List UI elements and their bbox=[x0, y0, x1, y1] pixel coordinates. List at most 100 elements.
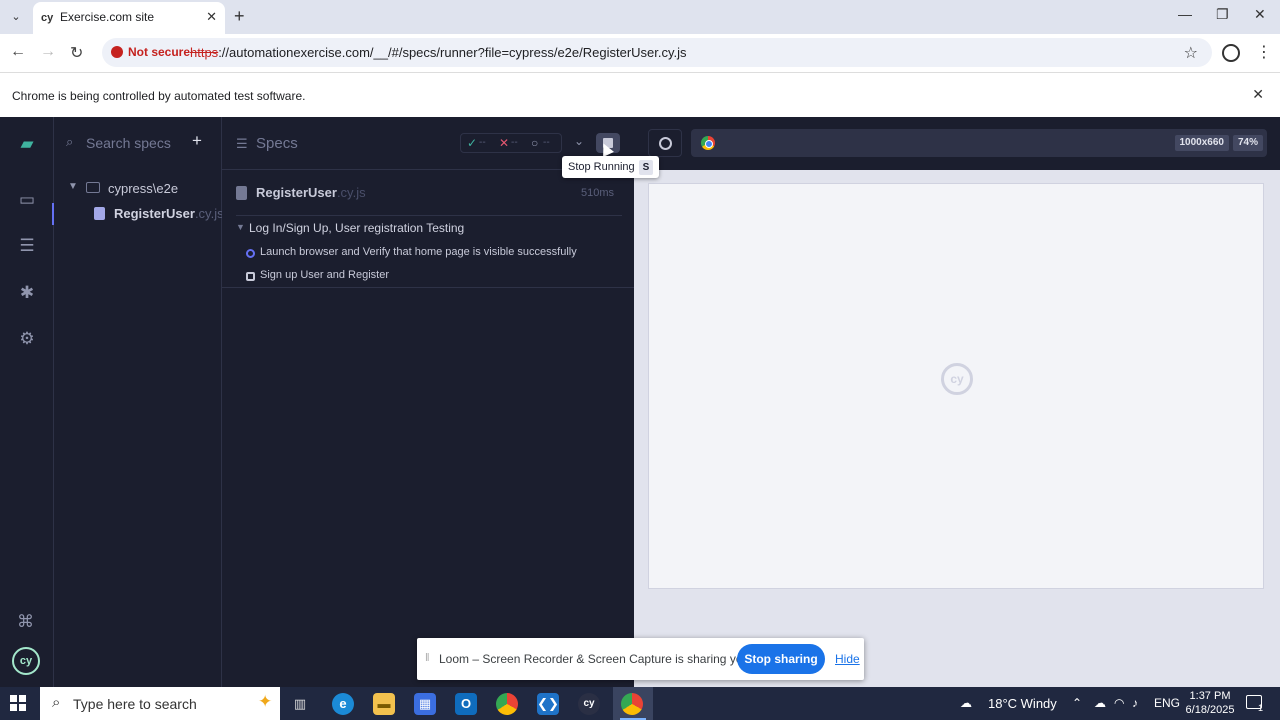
new-spec-plus-icon[interactable]: + bbox=[192, 131, 202, 151]
infobar-message: Chrome is being controlled by automated … bbox=[12, 89, 306, 103]
collapse-chevron-icon[interactable]: ⌄ bbox=[574, 134, 584, 148]
test-row[interactable]: Launch browser and Verify that home page… bbox=[246, 245, 626, 265]
clock-date: 6/18/2025 bbox=[1185, 704, 1235, 716]
drag-handle-icon[interactable]: ‖ bbox=[425, 652, 430, 664]
crosshair-icon bbox=[659, 137, 672, 150]
volume-icon[interactable]: ♪ bbox=[1132, 696, 1138, 710]
passed-check-icon: ✓ bbox=[467, 136, 478, 150]
bookmark-star-icon[interactable]: ☆ bbox=[1184, 43, 1198, 63]
clock-time: 1:37 PM bbox=[1189, 690, 1231, 702]
specs-nav-icon[interactable]: ▭ bbox=[16, 189, 38, 211]
copilot-sparkle-icon[interactable]: ✦ bbox=[258, 692, 272, 712]
file-explorer-icon[interactable]: ▬ bbox=[373, 693, 395, 715]
url-text[interactable]: https://automationexercise.com/__/#/spec… bbox=[190, 45, 687, 60]
chrome-menu-icon[interactable]: ⋮ bbox=[1256, 42, 1272, 62]
failed-count: -- bbox=[511, 137, 518, 148]
not-secure-icon bbox=[111, 46, 123, 58]
tab-title: Exercise.com site bbox=[60, 10, 155, 24]
test-row[interactable]: Sign up User and Register bbox=[246, 268, 626, 288]
suite-title: Log In/Sign Up, User registration Testin… bbox=[249, 221, 465, 235]
runnable-spec-title[interactable]: RegisterUser.cy.js bbox=[256, 185, 366, 200]
cypress-logo-icon[interactable]: cy bbox=[12, 647, 40, 675]
windows-taskbar: ⌕ Type here to search ✦ ▥ e ▬ ▦ O ❮❯ cy … bbox=[0, 687, 1280, 720]
window-close-icon[interactable]: ✕ bbox=[1254, 6, 1266, 23]
chrome-browser-icon bbox=[701, 136, 715, 150]
screen-sharing-bar: ‖ Loom – Screen Recorder & Screen Captur… bbox=[417, 638, 864, 680]
chrome-active-icon[interactable] bbox=[621, 693, 643, 715]
onedrive-icon[interactable]: ☁ bbox=[1094, 696, 1106, 710]
aut-url-bar[interactable]: 1000x660 74% bbox=[691, 129, 1267, 157]
tab-strip: ⌄ cy Exercise.com site ✕ + — ❐ ✕ bbox=[0, 0, 1280, 34]
tab-close-icon[interactable]: ✕ bbox=[206, 9, 217, 25]
debug-bug-icon[interactable]: ✱ bbox=[16, 282, 38, 304]
cypress-favicon-icon: cy bbox=[41, 12, 54, 24]
spec-item-name: RegisterUser bbox=[114, 206, 195, 221]
reload-icon[interactable]: ↻ bbox=[70, 43, 83, 63]
command-log-reporter: ☰ Specs ✓ -- ✕ -- ○ -- ⌄ RegisterUser.cy… bbox=[222, 117, 634, 687]
chevron-down-icon: ▼ bbox=[236, 222, 245, 232]
minimize-icon[interactable]: — bbox=[1178, 6, 1192, 22]
new-tab-plus-icon[interactable]: + bbox=[234, 6, 245, 27]
system-clock[interactable]: 1:37 PM 6/18/2025 bbox=[1184, 689, 1236, 717]
scale-badge[interactable]: 74% bbox=[1232, 135, 1263, 151]
suite-row[interactable]: ▼ Log In/Sign Up, User registration Test… bbox=[236, 220, 622, 240]
folder-icon bbox=[86, 182, 100, 193]
passed-count: -- bbox=[479, 137, 486, 148]
weather-text[interactable]: 18°C Windy bbox=[988, 696, 1057, 711]
forward-arrow-icon[interactable]: → bbox=[40, 43, 56, 61]
tooltip-text: Stop Running bbox=[568, 161, 635, 173]
profile-avatar-icon[interactable] bbox=[1222, 44, 1240, 62]
settings-gear-icon[interactable]: ⚙ bbox=[16, 328, 38, 350]
taskbar-search-box[interactable]: ⌕ Type here to search ✦ bbox=[40, 687, 280, 720]
specs-toggle-label[interactable]: Specs bbox=[256, 135, 298, 152]
runs-nav-icon[interactable]: ☰ bbox=[16, 235, 38, 257]
search-specs-input[interactable] bbox=[86, 133, 186, 153]
address-bar[interactable]: Not secure https://automationexercise.co… bbox=[102, 38, 1212, 67]
weather-cloud-icon[interactable]: ☁ bbox=[960, 696, 972, 710]
pending-square-icon bbox=[246, 272, 255, 281]
back-arrow-icon[interactable]: ← bbox=[10, 43, 26, 61]
windows-start-icon[interactable] bbox=[10, 695, 26, 711]
tooltip-shortcut-key: S bbox=[638, 160, 654, 175]
test-title: Sign up User and Register bbox=[260, 269, 390, 281]
outlook-icon[interactable]: O bbox=[455, 693, 477, 715]
keyboard-shortcuts-icon[interactable]: ⌘ bbox=[17, 612, 34, 632]
selector-playground-button[interactable] bbox=[648, 129, 682, 157]
language-indicator[interactable]: ENG bbox=[1154, 696, 1180, 710]
not-secure-label[interactable]: Not secure bbox=[128, 45, 190, 59]
runnable-spec-ext: .cy.js bbox=[336, 185, 366, 200]
wifi-icon[interactable]: ◠ bbox=[1114, 696, 1124, 710]
tab-search-chevron-icon[interactable]: ⌄ bbox=[6, 8, 26, 26]
edge-icon[interactable]: e bbox=[332, 693, 354, 715]
hide-link[interactable]: Hide bbox=[835, 652, 860, 666]
cypress-app: ▰ ▭ ☰ ✱ ⚙ ⌘ cy ⌕ + ▼ cypress\e2e Registe… bbox=[0, 117, 1280, 687]
browser-tab[interactable]: cy Exercise.com site ✕ bbox=[33, 2, 225, 34]
url-path: ://automationexercise.com/__/#/specs/run… bbox=[218, 45, 687, 60]
aut-iframe[interactable]: cy bbox=[648, 183, 1264, 589]
store-icon[interactable]: ▦ bbox=[414, 693, 436, 715]
stop-running-tooltip: Stop Running S bbox=[562, 156, 660, 178]
spec-item-ext: .cy.js bbox=[194, 206, 224, 221]
spec-item-label: RegisterUser.cy.js bbox=[114, 206, 224, 221]
specs-list-icon[interactable]: ☰ bbox=[236, 136, 248, 152]
nav-rail: ▰ ▭ ☰ ✱ ⚙ ⌘ cy bbox=[0, 117, 54, 687]
spec-file-icon bbox=[94, 207, 105, 220]
failed-x-icon: ✕ bbox=[499, 136, 510, 150]
test-stats: ✓ -- ✕ -- ○ -- bbox=[460, 133, 562, 153]
task-view-icon[interactable]: ▥ bbox=[289, 693, 311, 715]
search-icon: ⌕ bbox=[66, 134, 74, 149]
show-hidden-icons-chevron-icon[interactable]: ⌃ bbox=[1072, 696, 1082, 710]
browser-toolbar: ← → ↻ Not secure https://automationexerc… bbox=[0, 34, 1280, 72]
infobar-close-icon[interactable]: ✕ bbox=[1252, 86, 1264, 103]
project-icon[interactable]: ▰ bbox=[16, 133, 38, 155]
taskbar-search-placeholder: Type here to search bbox=[73, 696, 197, 712]
restore-icon[interactable]: ❐ bbox=[1216, 6, 1229, 23]
viewport-size-badge[interactable]: 1000x660 bbox=[1174, 135, 1229, 151]
chrome-icon[interactable] bbox=[496, 693, 518, 715]
tests-divider bbox=[222, 287, 634, 288]
running-spinner-icon bbox=[246, 249, 255, 258]
cypress-app-icon[interactable]: cy bbox=[578, 693, 600, 715]
runnable-spec-name: RegisterUser bbox=[256, 185, 337, 200]
vscode-icon[interactable]: ❮❯ bbox=[537, 693, 559, 715]
stop-sharing-button[interactable]: Stop sharing bbox=[737, 644, 825, 674]
